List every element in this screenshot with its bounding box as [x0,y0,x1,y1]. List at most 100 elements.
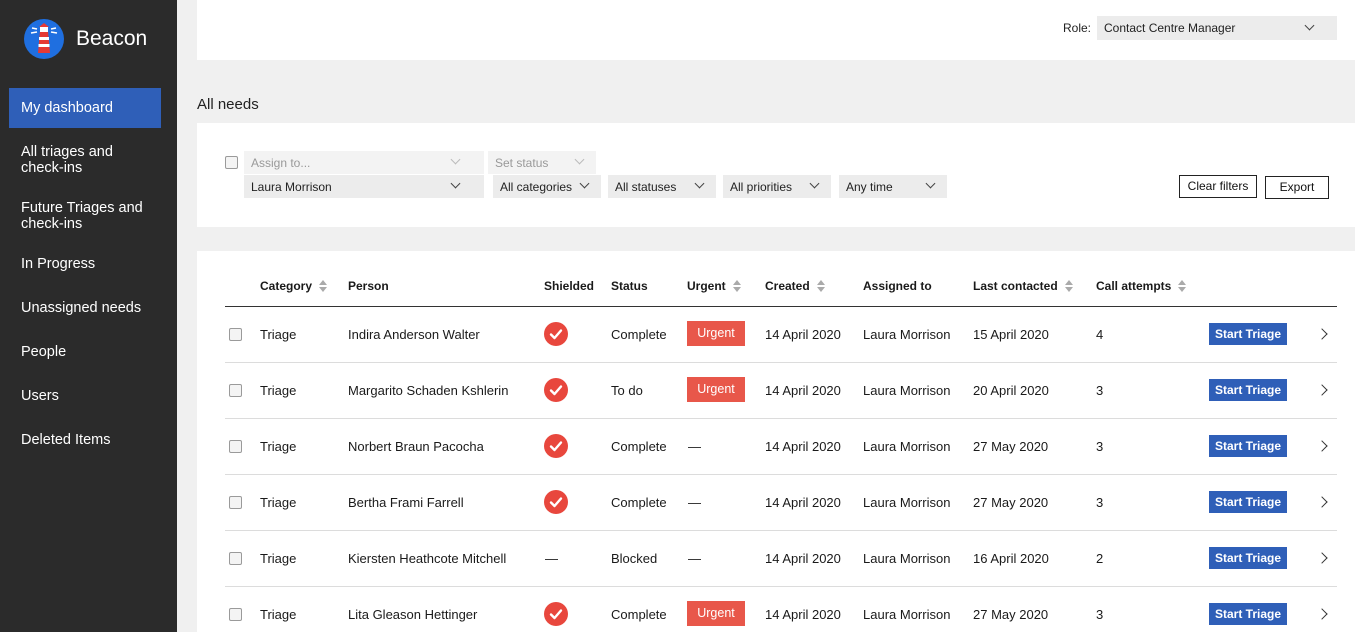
cell-status: Complete [611,439,667,454]
clear-filters-button[interactable]: Clear filters [1179,175,1257,198]
start-triage-button[interactable]: Start Triage [1209,379,1287,401]
cell-assigned-to: Laura Morrison [863,439,951,454]
column-header-urgent[interactable]: Urgent [687,279,741,293]
sidebar-item-deleted-items[interactable]: Deleted Items [9,420,161,460]
cell-created: 14 April 2020 [765,327,841,342]
chevron-down-icon [925,178,936,189]
cell-status: To do [611,383,643,398]
priority-filter[interactable]: All priorities [723,175,831,198]
cell-call-attempts: 3 [1096,607,1104,622]
sidebar-item-future-triages[interactable]: Future Triages and check-ins [9,192,161,240]
sidebar-item-all-triages[interactable]: All triages and check-ins [9,136,161,184]
chevron-down-icon [450,154,461,165]
start-triage-button[interactable]: Start Triage [1209,547,1287,569]
chevron-right-icon[interactable] [1316,384,1328,396]
set-status-select[interactable]: Set status [488,151,596,174]
sidebar-nav: My dashboard All triages and check-ins F… [9,88,161,460]
cell-urgent-empty: — [688,495,701,510]
cell-urgent-empty: — [688,551,701,566]
sidebar-item-people[interactable]: People [9,332,161,372]
row-checkbox[interactable] [229,608,242,621]
table-row[interactable]: Triage Lita Gleason Hettinger Complete Urge… [225,587,1337,632]
cell-category: Triage [260,327,297,342]
cell-last-contacted: 15 April 2020 [973,327,1049,342]
cell-person: Margarito Schaden Kshlerin [348,383,509,398]
check-circle-icon [544,378,568,402]
start-triage-button[interactable]: Start Triage [1209,491,1287,513]
cell-assigned-to: Laura Morrison [863,551,951,566]
cell-status: Complete [611,607,667,622]
row-checkbox[interactable] [229,384,242,397]
row-checkbox[interactable] [229,440,242,453]
export-button[interactable]: Export [1265,176,1329,199]
page-title: All needs [197,96,259,113]
chevron-right-icon[interactable] [1316,328,1328,340]
cell-person: Norbert Braun Pacocha [348,439,484,454]
assign-to-placeholder: Assign to... [251,156,311,170]
cell-call-attempts: 3 [1096,439,1104,454]
column-header-created[interactable]: Created [765,279,825,293]
sidebar: Beacon My dashboard All triages and chec… [0,0,177,632]
column-header-category[interactable]: Category [260,279,328,293]
cell-created: 14 April 2020 [765,607,841,622]
row-checkbox[interactable] [229,552,242,565]
chevron-right-icon[interactable] [1316,552,1328,564]
column-header-last-contacted[interactable]: Last contacted [973,279,1073,293]
sort-icon [1178,279,1187,293]
column-header-shielded: Shielded [544,279,594,293]
cell-person: Kiersten Heathcote Mitchell [348,551,507,566]
chevron-down-icon [579,178,590,189]
cell-call-attempts: 3 [1096,383,1104,398]
assign-to-select[interactable]: Assign to... [244,151,484,174]
category-filter[interactable]: All categories [493,175,601,198]
cell-status: Complete [611,327,667,342]
status-filter-value: All statuses [615,180,677,194]
assignee-filter[interactable]: Laura Morrison [244,175,484,198]
sort-icon [816,279,825,293]
table-row[interactable]: Triage Indira Anderson Walter Complete Urge… [225,307,1337,363]
cell-assigned-to: Laura Morrison [863,607,951,622]
sidebar-item-my-dashboard[interactable]: My dashboard [9,88,161,128]
cell-shielded-empty: — [545,551,558,566]
app-logo[interactable]: Beacon [24,19,147,59]
start-triage-button[interactable]: Start Triage [1209,603,1287,625]
cell-created: 14 April 2020 [765,439,841,454]
cell-assigned-to: Laura Morrison [863,383,951,398]
chevron-right-icon[interactable] [1316,608,1328,620]
table-row[interactable]: Triage Norbert Braun Pacocha Complete — 14 A… [225,419,1337,475]
start-triage-button[interactable]: Start Triage [1209,323,1287,345]
sidebar-item-in-progress[interactable]: In Progress [9,244,161,284]
sort-icon [1064,279,1073,293]
status-filter[interactable]: All statuses [608,175,716,198]
column-header-call-attempts[interactable]: Call attempts [1096,279,1187,293]
chevron-right-icon[interactable] [1316,440,1328,452]
cell-person: Indira Anderson Walter [348,327,480,342]
table-row[interactable]: Triage Margarito Schaden Kshlerin To do Urg… [225,363,1337,419]
cell-category: Triage [260,495,297,510]
column-header-label: Urgent [687,279,726,293]
chevron-down-icon [809,178,820,189]
role-select[interactable]: Contact Centre Manager [1097,16,1337,40]
sidebar-item-unassigned-needs[interactable]: Unassigned needs [9,288,161,328]
set-status-placeholder: Set status [495,156,549,170]
sort-icon [732,279,741,293]
check-circle-icon [544,490,568,514]
table-row[interactable]: Triage Bertha Frami Farrell Complete — 14 Ap… [225,475,1337,531]
table-row[interactable]: Triage Kiersten Heathcote Mitchell — Blocke… [225,531,1337,587]
cell-created: 14 April 2020 [765,495,841,510]
start-triage-button[interactable]: Start Triage [1209,435,1287,457]
cell-category: Triage [260,607,297,622]
chevron-right-icon[interactable] [1316,496,1328,508]
column-header-assigned-to: Assigned to [863,279,932,293]
select-all-checkbox[interactable] [225,156,238,169]
time-filter[interactable]: Any time [839,175,947,198]
chevron-down-icon [450,178,461,189]
cell-person: Lita Gleason Hettinger [348,607,478,622]
sidebar-item-users[interactable]: Users [9,376,161,416]
cell-call-attempts: 4 [1096,327,1104,342]
cell-last-contacted: 27 May 2020 [973,439,1049,454]
lighthouse-icon [24,19,64,59]
row-checkbox[interactable] [229,328,242,341]
role-value: Contact Centre Manager [1104,21,1236,35]
row-checkbox[interactable] [229,496,242,509]
